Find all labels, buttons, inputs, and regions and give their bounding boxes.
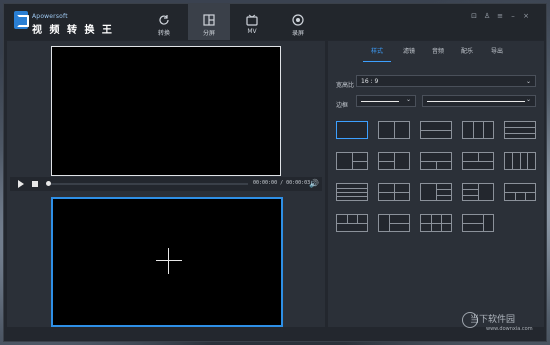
progress-handle[interactable] [46, 181, 51, 186]
brand-name: Apowersoft [32, 13, 68, 20]
close-icon[interactable]: × [522, 12, 530, 20]
tab-record[interactable]: 录屏 [278, 4, 318, 40]
settings-panel: 样式 滤镜 音频 配乐 导出 宽高比 16 : 9 ⌄ 边框 ⌄ ⌄ [328, 41, 544, 327]
app-window: Apowersoft 视 频 转 换 王 转换 分屏 MV 录屏 ⊡ ♙ ≡ –… [3, 3, 547, 342]
cart-icon[interactable]: ⊡ [470, 12, 478, 20]
layout-4-horizontal[interactable] [336, 183, 368, 201]
tab-export[interactable]: 导出 [483, 47, 511, 61]
layout-4-vertical[interactable] [504, 152, 536, 170]
minimize-icon[interactable]: – [509, 12, 517, 20]
layout-2-vertical[interactable] [378, 121, 410, 139]
tab-audio[interactable]: 音频 [424, 47, 452, 61]
layout-grid-6[interactable] [420, 214, 452, 232]
video-preview [51, 46, 281, 176]
volume-icon[interactable]: 🔊 [309, 180, 319, 188]
layout-right-3[interactable] [462, 183, 494, 201]
layout-left-split[interactable] [336, 152, 368, 170]
plus-icon-vertical [168, 248, 169, 274]
layout-3-horizontal[interactable] [504, 121, 536, 139]
mv-icon [246, 14, 258, 26]
stop-icon[interactable] [32, 181, 38, 187]
layout-top-split[interactable] [420, 152, 452, 170]
plus-icon [156, 260, 182, 261]
layout-bottom-3[interactable] [336, 214, 368, 232]
aspect-ratio-select[interactable]: 16 : 9 ⌄ [356, 75, 536, 87]
border-color-preview [427, 101, 525, 102]
layout-mixed[interactable] [462, 214, 494, 232]
tab-record-label: 录屏 [291, 30, 304, 37]
border-color-select[interactable]: ⌄ [422, 95, 536, 107]
tab-convert[interactable]: 转换 [144, 4, 184, 40]
aspect-ratio-value: 16 : 9 [361, 78, 379, 85]
tab-style[interactable]: 样式 [363, 47, 391, 62]
tab-split-screen[interactable]: 分屏 [188, 4, 230, 40]
layout-2-horizontal[interactable] [420, 121, 452, 139]
tab-mv-label: MV [247, 28, 257, 35]
settings-tabs: 样式 滤镜 音频 配乐 导出 [328, 47, 544, 62]
user-icon[interactable]: ♙ [483, 12, 491, 20]
watermark-text: 当下软件园 [470, 315, 516, 325]
watermark-url: www.downxia.com [486, 326, 533, 332]
border-style-select[interactable]: ⌄ [356, 95, 416, 107]
layout-3-vertical[interactable] [462, 121, 494, 139]
tab-filter[interactable]: 滤镜 [395, 47, 423, 61]
app-logo-icon [14, 11, 29, 29]
menu-icon[interactable]: ≡ [496, 12, 504, 20]
play-icon[interactable] [18, 180, 24, 188]
tab-mv[interactable]: MV [232, 4, 272, 40]
preview-panel: 00:00:00 / 00:00:03 🔊 [7, 41, 325, 327]
app-title: 视 频 转 换 王 [32, 25, 114, 36]
time-display: 00:00:00 / 00:00:03 [253, 180, 311, 186]
chevron-down-icon: ⌄ [525, 78, 531, 85]
layout-bottom-split[interactable] [462, 152, 494, 170]
layout-single[interactable] [336, 121, 368, 139]
add-video-area[interactable] [51, 197, 283, 327]
progress-bar[interactable] [48, 183, 248, 185]
border-line-preview [361, 101, 399, 102]
record-icon [292, 14, 304, 26]
layout-quad[interactable] [378, 183, 410, 201]
layout-right-split[interactable] [378, 152, 410, 170]
split-screen-icon [203, 14, 215, 26]
layout-left-3[interactable] [420, 183, 452, 201]
refresh-icon [159, 15, 169, 25]
tab-music[interactable]: 配乐 [453, 47, 481, 61]
chevron-down-icon: ⌄ [405, 96, 411, 103]
player-controls: 00:00:00 / 00:00:03 🔊 [10, 177, 322, 191]
border-label: 边框 [336, 102, 349, 109]
tab-convert-label: 转换 [157, 30, 170, 37]
tab-split-label: 分屏 [202, 30, 215, 37]
layout-grid [336, 121, 546, 251]
chevron-down-icon: ⌄ [525, 96, 531, 103]
layout-center-split[interactable] [378, 214, 410, 232]
layout-top-3[interactable] [504, 183, 536, 201]
title-bar: Apowersoft 视 频 转 换 王 转换 分屏 MV 录屏 ⊡ ♙ ≡ –… [4, 4, 546, 40]
aspect-ratio-label: 宽高比 [336, 82, 355, 89]
